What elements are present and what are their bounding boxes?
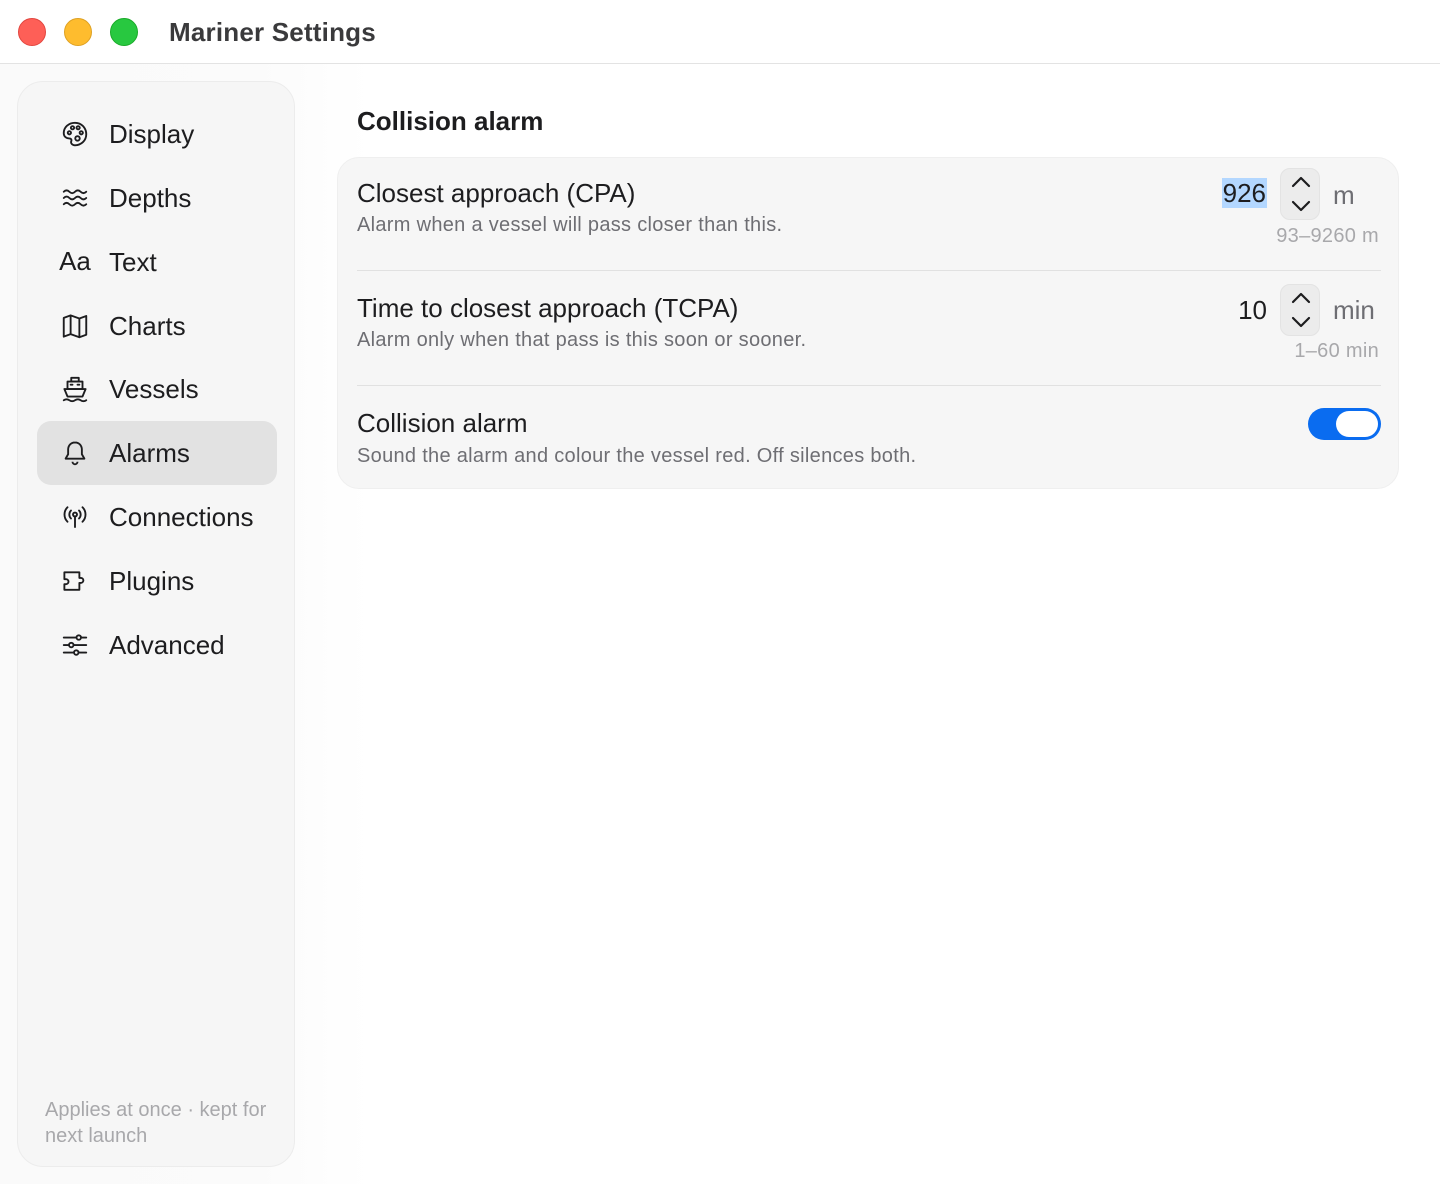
sidebar-item-advanced[interactable]: Advanced (37, 613, 277, 677)
tcpa-description: Alarm only when that pass is this soon o… (357, 329, 807, 351)
zoom-window-button[interactable] (110, 18, 138, 46)
sidebar-item-label: Vessels (109, 373, 199, 404)
waves-icon (59, 184, 91, 212)
collision-alarm-description: Sound the alarm and colour the vessel re… (357, 445, 917, 467)
sidebar-item-label: Connections (109, 501, 254, 532)
sidebar: Display Depths Aa Text Charts Vessels Al… (17, 81, 295, 1167)
cpa-description: Alarm when a vessel will pass closer tha… (357, 214, 783, 236)
cpa-unit: m (1333, 180, 1355, 210)
sidebar-item-label: Text (109, 246, 157, 277)
cpa-value: 926 (1221, 178, 1267, 208)
sidebar-item-charts[interactable]: Charts (37, 294, 277, 358)
sidebar-item-label: Advanced (109, 629, 225, 660)
sidebar-item-depths[interactable]: Depths (37, 166, 277, 230)
chevron-down-icon[interactable] (1287, 311, 1315, 333)
sidebar-item-plugins[interactable]: Plugins (37, 549, 277, 613)
close-window-button[interactable] (18, 18, 46, 46)
cpa-title: Closest approach (CPA) (357, 178, 636, 208)
minimize-window-button[interactable] (64, 18, 92, 46)
tcpa-value: 10 (1238, 295, 1267, 325)
chevron-up-icon[interactable] (1287, 287, 1315, 309)
title-bar: Mariner Settings (0, 0, 1440, 64)
bell-icon (59, 439, 91, 467)
cpa-stepper[interactable] (1280, 168, 1320, 220)
ship-icon (59, 375, 91, 403)
chevron-up-icon[interactable] (1287, 171, 1315, 193)
tcpa-range: 1–60 min (1294, 340, 1379, 362)
sidebar-item-text[interactable]: Aa Text (37, 230, 277, 294)
tcpa-unit: min (1333, 295, 1375, 325)
palette-icon (59, 120, 91, 148)
window-title: Mariner Settings (169, 17, 376, 47)
toggle-knob (1336, 411, 1378, 437)
sidebar-item-label: Plugins (109, 565, 195, 596)
sidebar-item-label: Display (109, 118, 195, 149)
text-icon: Aa (59, 245, 91, 276)
sidebar-item-alarms[interactable]: Alarms (37, 421, 277, 485)
plugin-icon (59, 567, 91, 595)
collision-alarm-toggle[interactable] (1308, 408, 1381, 440)
row-divider (357, 385, 1381, 386)
map-icon (59, 312, 91, 340)
antenna-icon (59, 503, 91, 531)
row-divider (357, 270, 1381, 271)
tcpa-value-field[interactable]: 10 (1238, 295, 1267, 326)
sidebar-item-vessels[interactable]: Vessels (37, 357, 277, 421)
tcpa-title: Time to closest approach (TCPA) (357, 293, 739, 323)
section-title: Collision alarm (357, 106, 544, 136)
tcpa-stepper[interactable] (1280, 284, 1320, 336)
cpa-range: 93–9260 m (1276, 225, 1379, 247)
sliders-icon (59, 631, 91, 659)
sidebar-item-label: Charts (109, 310, 186, 341)
sidebar-item-display[interactable]: Display (37, 102, 277, 166)
sidebar-item-label: Alarms (109, 437, 190, 468)
cpa-value-field[interactable]: 926 (1221, 178, 1267, 209)
settings-card: Closest approach (CPA) Alarm when a vess… (337, 157, 1399, 489)
sidebar-footer-note: Applies at once · kept for next launch (45, 1099, 267, 1147)
sidebar-item-label: Depths (109, 182, 192, 213)
collision-alarm-title: Collision alarm (357, 408, 528, 438)
sidebar-item-connections[interactable]: Connections (37, 485, 277, 549)
chevron-down-icon[interactable] (1287, 195, 1315, 217)
